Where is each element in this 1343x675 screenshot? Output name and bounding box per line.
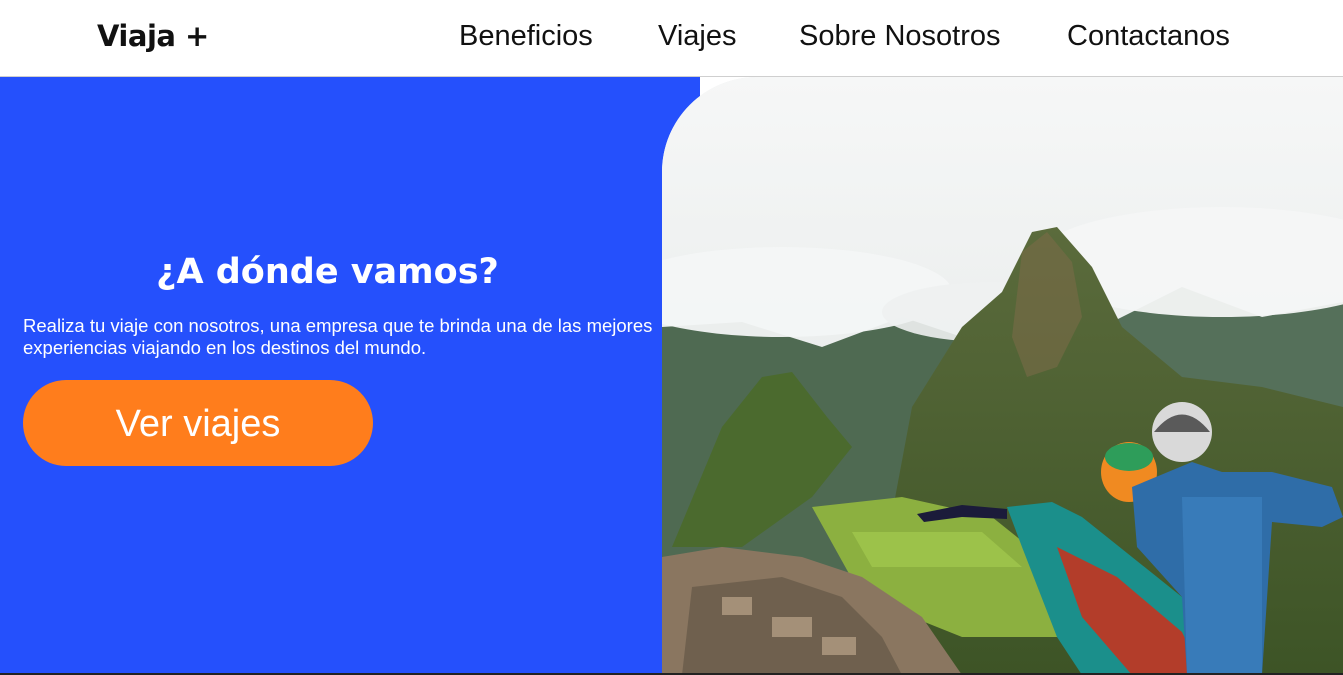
site-logo[interactable]: Viaja + (97, 18, 209, 54)
nav-link-sobre-nosotros[interactable]: Sobre Nosotros (799, 16, 1001, 56)
nav-link-contactanos[interactable]: Contactanos (1067, 16, 1230, 56)
nav-link-viajes[interactable]: Viajes (658, 16, 736, 56)
hero-image (662, 77, 1343, 675)
hero-description: Realiza tu viaje con nosotros, una empre… (23, 315, 653, 358)
site-header: Viaja + Beneficios Viajes Sobre Nosotros… (0, 0, 1343, 77)
ver-viajes-button[interactable]: Ver viajes (23, 380, 373, 466)
hero-panel (0, 77, 700, 675)
hero-title: ¿A dónde vamos? (156, 252, 499, 292)
mountain-landscape-illustration (662, 77, 1343, 675)
nav-link-beneficios[interactable]: Beneficios (459, 16, 593, 56)
